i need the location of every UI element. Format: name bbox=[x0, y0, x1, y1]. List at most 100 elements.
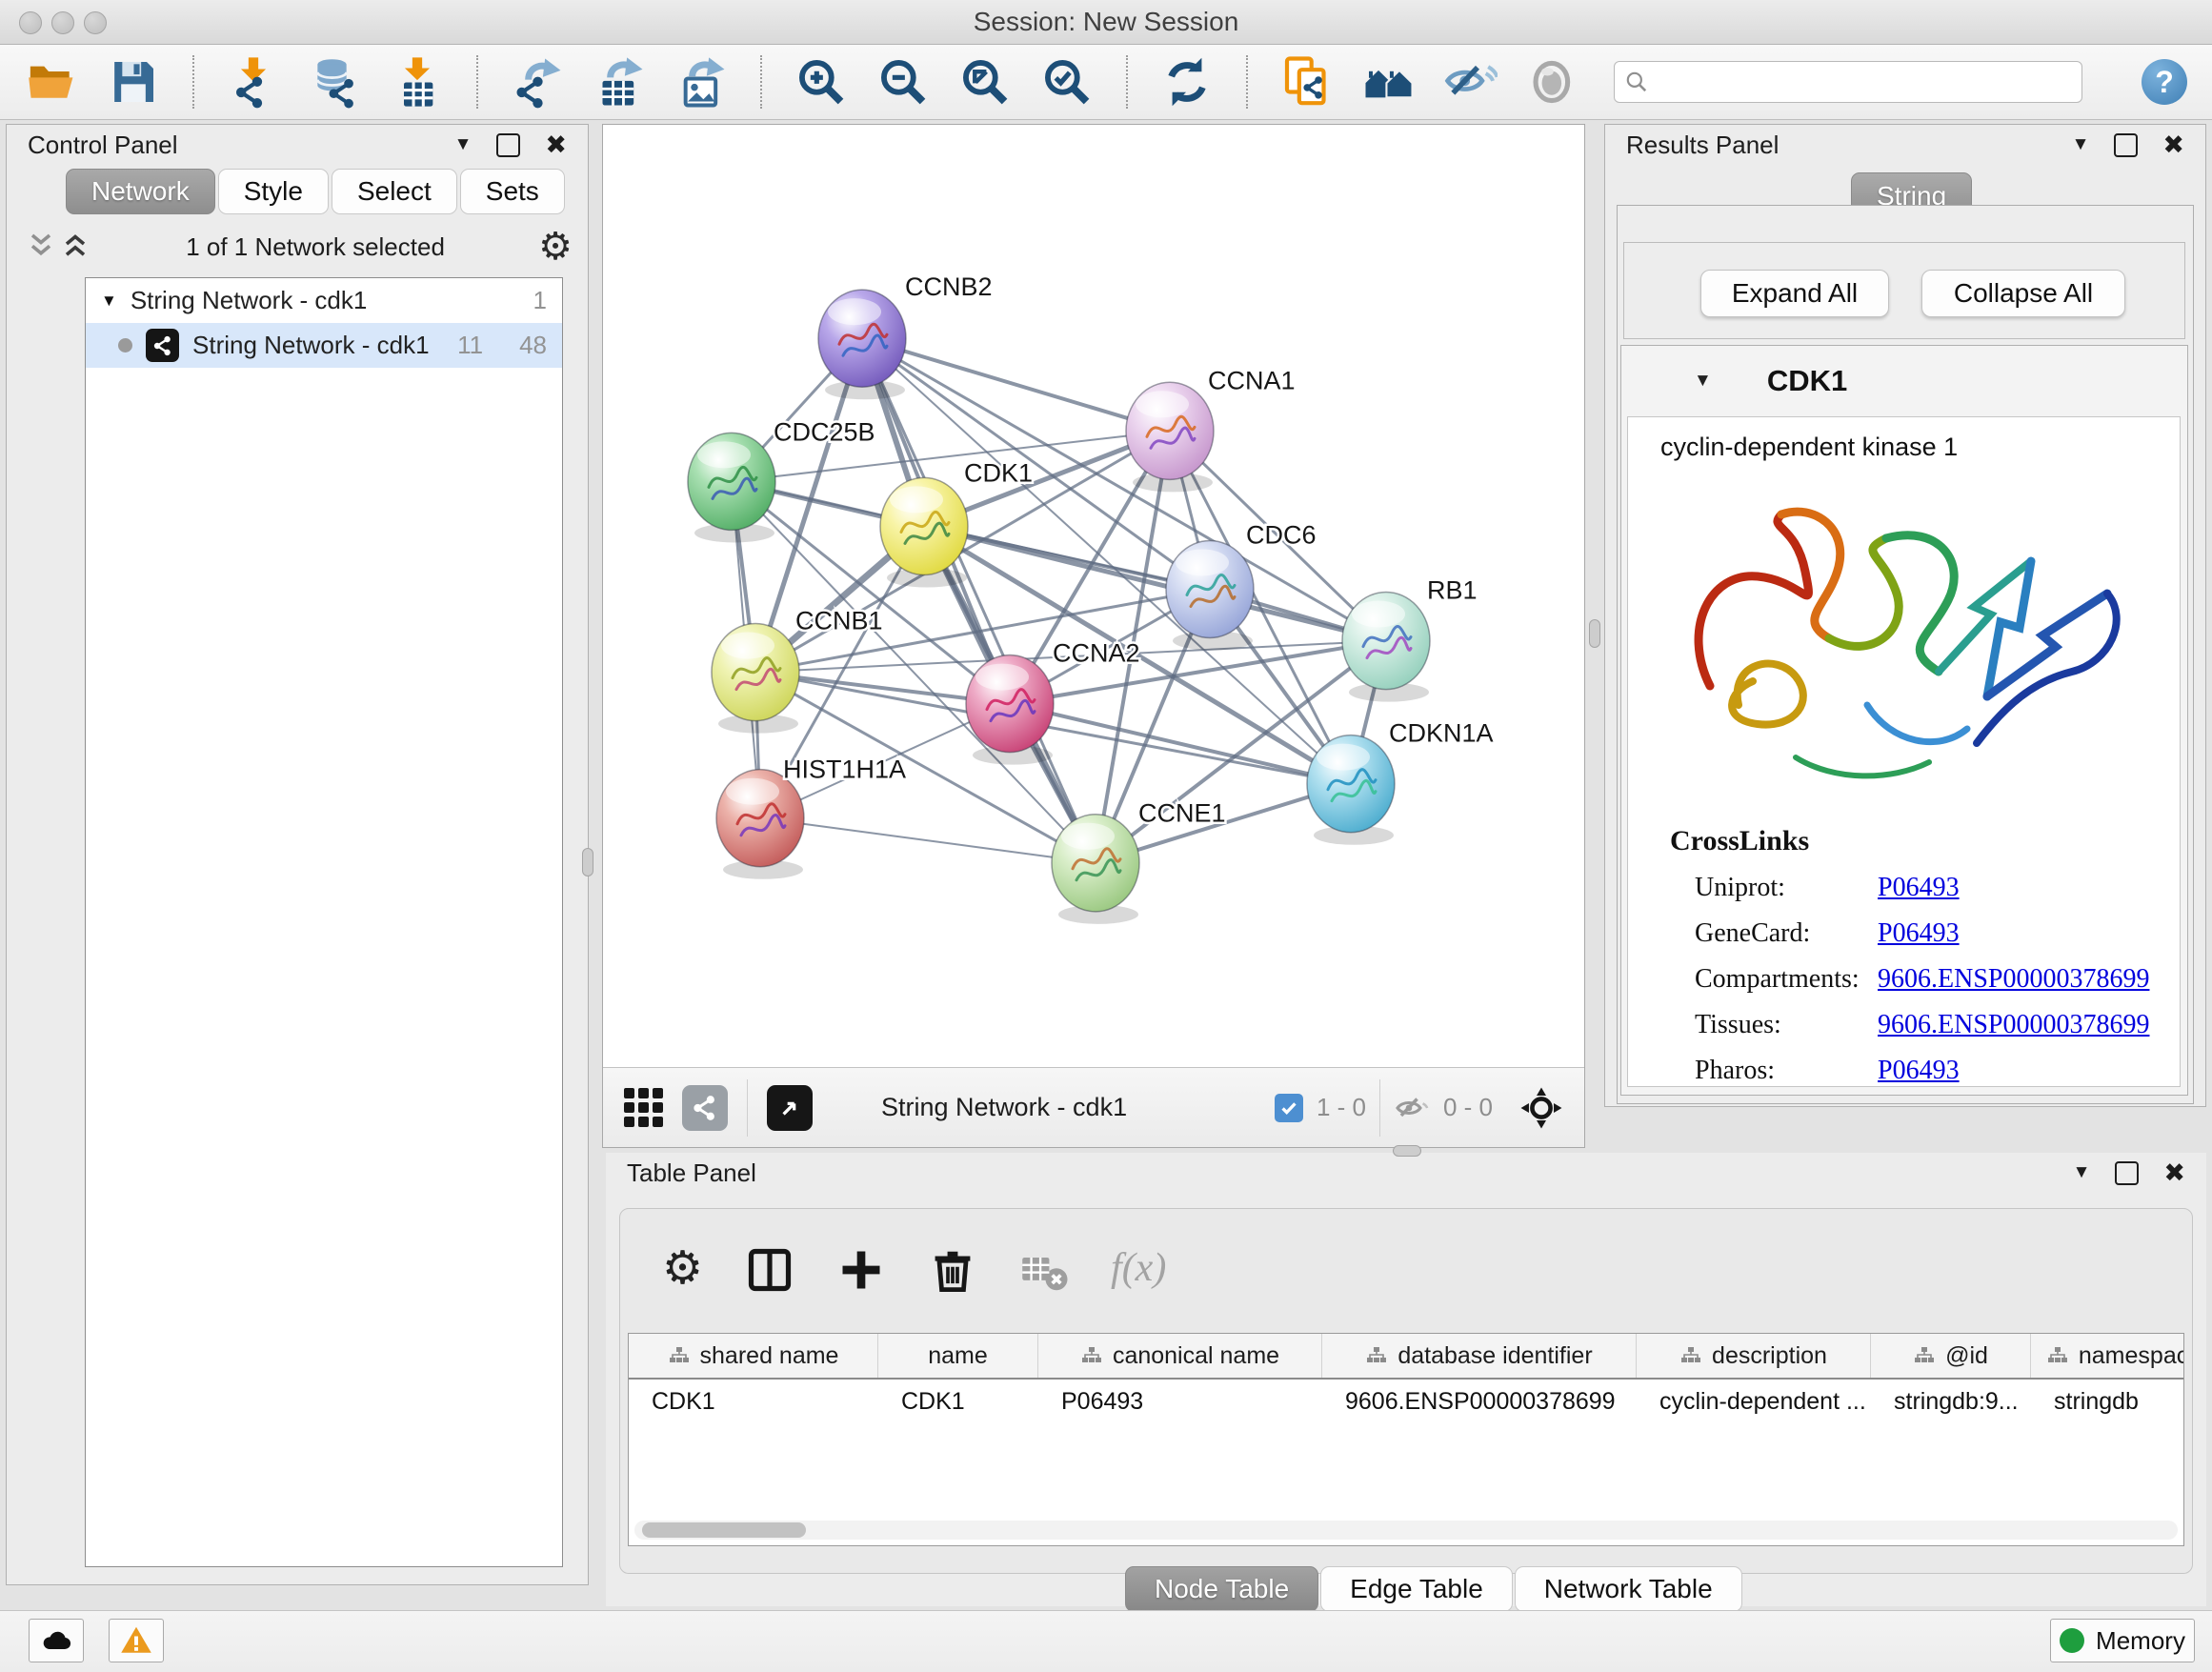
show-panel-eye-icon[interactable] bbox=[1526, 55, 1579, 109]
show-columns-icon[interactable] bbox=[745, 1245, 794, 1295]
tab-network[interactable]: Network bbox=[66, 169, 215, 214]
open-session-folder-icon[interactable] bbox=[25, 55, 78, 109]
column-header-shared-name[interactable]: shared name bbox=[629, 1334, 878, 1378]
memory-button[interactable]: Memory bbox=[2050, 1619, 2195, 1662]
crosslink-row: Tissues:9606.ENSP00000378699 bbox=[1670, 1010, 2149, 1040]
cloud-status-button[interactable] bbox=[29, 1619, 84, 1662]
crosslink-link[interactable]: 9606.ENSP00000378699 bbox=[1878, 964, 2149, 995]
table-cell[interactable]: cyclin-dependent ... bbox=[1637, 1380, 1871, 1423]
table-cell[interactable]: P06493 bbox=[1038, 1380, 1322, 1423]
close-panel-icon[interactable]: ✖ bbox=[545, 132, 567, 158]
import-table-icon[interactable] bbox=[391, 55, 444, 109]
network-row-selected[interactable]: String Network - cdk1 11 48 bbox=[86, 323, 562, 368]
expand-all-chevron-icon[interactable] bbox=[24, 230, 58, 264]
network-node-count: 11 bbox=[457, 331, 483, 360]
string-view-icon[interactable] bbox=[682, 1085, 728, 1131]
node-table[interactable]: shared namenamecanonical namedatabase id… bbox=[628, 1333, 2184, 1546]
table-cell[interactable]: CDK1 bbox=[878, 1380, 1038, 1423]
export-table-icon[interactable] bbox=[593, 55, 646, 109]
zoom-selected-icon[interactable] bbox=[1040, 55, 1094, 109]
table-panel-tabs: Node Table Edge Table Network Table bbox=[1125, 1566, 1742, 1612]
crosslink-link[interactable]: P06493 bbox=[1878, 873, 1960, 903]
collapse-all-chevron-icon[interactable] bbox=[58, 230, 92, 264]
crosslink-link[interactable]: P06493 bbox=[1878, 1056, 1960, 1086]
share-document-icon[interactable] bbox=[1280, 55, 1334, 109]
network-collection-row[interactable]: ▼ String Network - cdk1 1 bbox=[86, 278, 562, 323]
grid-view-icon[interactable] bbox=[624, 1088, 663, 1127]
table-row[interactable]: CDK1CDK1P064939606.ENSP00000378699cyclin… bbox=[629, 1380, 2183, 1423]
zoom-fit-icon[interactable] bbox=[958, 55, 1012, 109]
table-cell[interactable]: stringdb:9... bbox=[1871, 1380, 2031, 1423]
table-options-gear-icon[interactable]: ⚙ bbox=[662, 1245, 703, 1295]
node-RB1[interactable]: RB1 bbox=[1342, 575, 1478, 701]
crosslink-link[interactable]: 9606.ENSP00000378699 bbox=[1878, 1010, 2149, 1040]
tab-node-table[interactable]: Node Table bbox=[1125, 1566, 1318, 1612]
edge-CCNB2-CCNE1[interactable] bbox=[862, 338, 1096, 863]
node-CDKN1A[interactable]: CDKN1A bbox=[1307, 719, 1493, 845]
zoom-out-icon[interactable] bbox=[876, 55, 930, 109]
zoom-in-icon[interactable] bbox=[794, 55, 848, 109]
float-panel-icon[interactable] bbox=[496, 133, 520, 157]
column-header-canonical-name[interactable]: canonical name bbox=[1038, 1334, 1322, 1378]
tab-style[interactable]: Style bbox=[218, 169, 329, 214]
table-cell[interactable]: 9606.ENSP00000378699 bbox=[1322, 1380, 1637, 1423]
node-CDC25B[interactable]: CDC25B bbox=[688, 417, 875, 542]
collapse-card-icon[interactable]: ▼ bbox=[1694, 371, 1712, 392]
home-icon[interactable] bbox=[1362, 55, 1416, 109]
vertical-splitter-handle[interactable] bbox=[582, 848, 593, 876]
collapse-all-button[interactable]: Collapse All bbox=[1921, 270, 2125, 317]
edge-CDK1-RB1[interactable] bbox=[924, 526, 1386, 640]
close-panel-icon[interactable]: ✖ bbox=[2163, 1160, 2185, 1186]
node-CCNE1[interactable]: CCNE1 bbox=[1052, 799, 1225, 924]
tab-edge-table[interactable]: Edge Table bbox=[1320, 1566, 1513, 1612]
birds-eye-view-icon[interactable] bbox=[767, 1085, 813, 1131]
crosslink-link[interactable]: P06493 bbox=[1878, 918, 1960, 949]
expand-all-button[interactable]: Expand All bbox=[1700, 270, 1889, 317]
tab-sets[interactable]: Sets bbox=[460, 169, 565, 214]
table-cell[interactable]: stringdb bbox=[2031, 1380, 2184, 1423]
horizontal-splitter-handle[interactable] bbox=[1393, 1145, 1421, 1157]
column-header-description[interactable]: description bbox=[1637, 1334, 1871, 1378]
float-panel-icon[interactable] bbox=[2115, 1161, 2139, 1185]
save-session-icon[interactable] bbox=[107, 55, 160, 109]
table-horizontal-scrollbar[interactable] bbox=[634, 1521, 2178, 1540]
network-canvas[interactable]: CCNB2CCNA1CDC25BCDK1CDC6RB1CCNB1CCNA2CDK… bbox=[603, 125, 1584, 1067]
delete-column-trash-icon[interactable] bbox=[928, 1245, 977, 1295]
collapse-panel-icon[interactable]: ▼ bbox=[454, 134, 473, 155]
protein-card-header[interactable]: ▼ CDK1 bbox=[1621, 346, 2187, 416]
edge-HIST1H1A-CCNE1[interactable] bbox=[760, 818, 1096, 863]
node-HIST1H1A[interactable]: HIST1H1A bbox=[716, 755, 906, 879]
tree-expander-icon[interactable]: ▼ bbox=[101, 292, 117, 311]
collapse-panel-icon[interactable]: ▼ bbox=[2072, 134, 2090, 155]
collapse-panel-icon[interactable]: ▼ bbox=[2073, 1162, 2091, 1183]
scrollbar-thumb[interactable] bbox=[642, 1522, 806, 1538]
add-column-icon[interactable] bbox=[836, 1245, 886, 1295]
table-cell[interactable]: CDK1 bbox=[629, 1380, 878, 1423]
vertical-splitter-handle[interactable] bbox=[1589, 619, 1600, 648]
column-header-namespace[interactable]: namespace bbox=[2031, 1334, 2184, 1378]
refresh-icon[interactable] bbox=[1160, 55, 1214, 109]
import-network-icon[interactable] bbox=[227, 55, 280, 109]
edge-CCNB2-CCNA1[interactable] bbox=[862, 338, 1170, 431]
column-header-name[interactable]: name bbox=[878, 1334, 1038, 1378]
selected-nodes-checkbox-icon[interactable] bbox=[1275, 1094, 1303, 1122]
search-input[interactable] bbox=[1614, 61, 2082, 103]
float-panel-icon[interactable] bbox=[2114, 133, 2138, 157]
node-CCNA1[interactable]: CCNA1 bbox=[1126, 366, 1295, 492]
fit-selected-crosshair-icon[interactable] bbox=[1519, 1086, 1563, 1130]
tab-select[interactable]: Select bbox=[332, 169, 457, 214]
export-image-icon[interactable] bbox=[674, 55, 728, 109]
help-icon[interactable]: ? bbox=[2142, 59, 2187, 105]
results-panel: Results Panel ▼ ✖ String Expand All Coll… bbox=[1604, 124, 2206, 1107]
column-header-database-identifier[interactable]: database identifier bbox=[1322, 1334, 1637, 1378]
node-CCNB1[interactable]: CCNB1 bbox=[712, 607, 882, 734]
export-network-icon[interactable] bbox=[511, 55, 564, 109]
warnings-button[interactable] bbox=[109, 1619, 164, 1662]
column-header--id[interactable]: @id bbox=[1871, 1334, 2031, 1378]
import-database-icon[interactable] bbox=[309, 55, 362, 109]
node-CCNB2[interactable]: CCNB2 bbox=[818, 272, 992, 399]
tab-network-table[interactable]: Network Table bbox=[1515, 1566, 1742, 1612]
network-options-gear-icon[interactable]: ⚙ bbox=[538, 228, 573, 266]
close-panel-icon[interactable]: ✖ bbox=[2162, 132, 2184, 158]
hide-panel-eye-slash-icon[interactable] bbox=[1444, 55, 1498, 109]
